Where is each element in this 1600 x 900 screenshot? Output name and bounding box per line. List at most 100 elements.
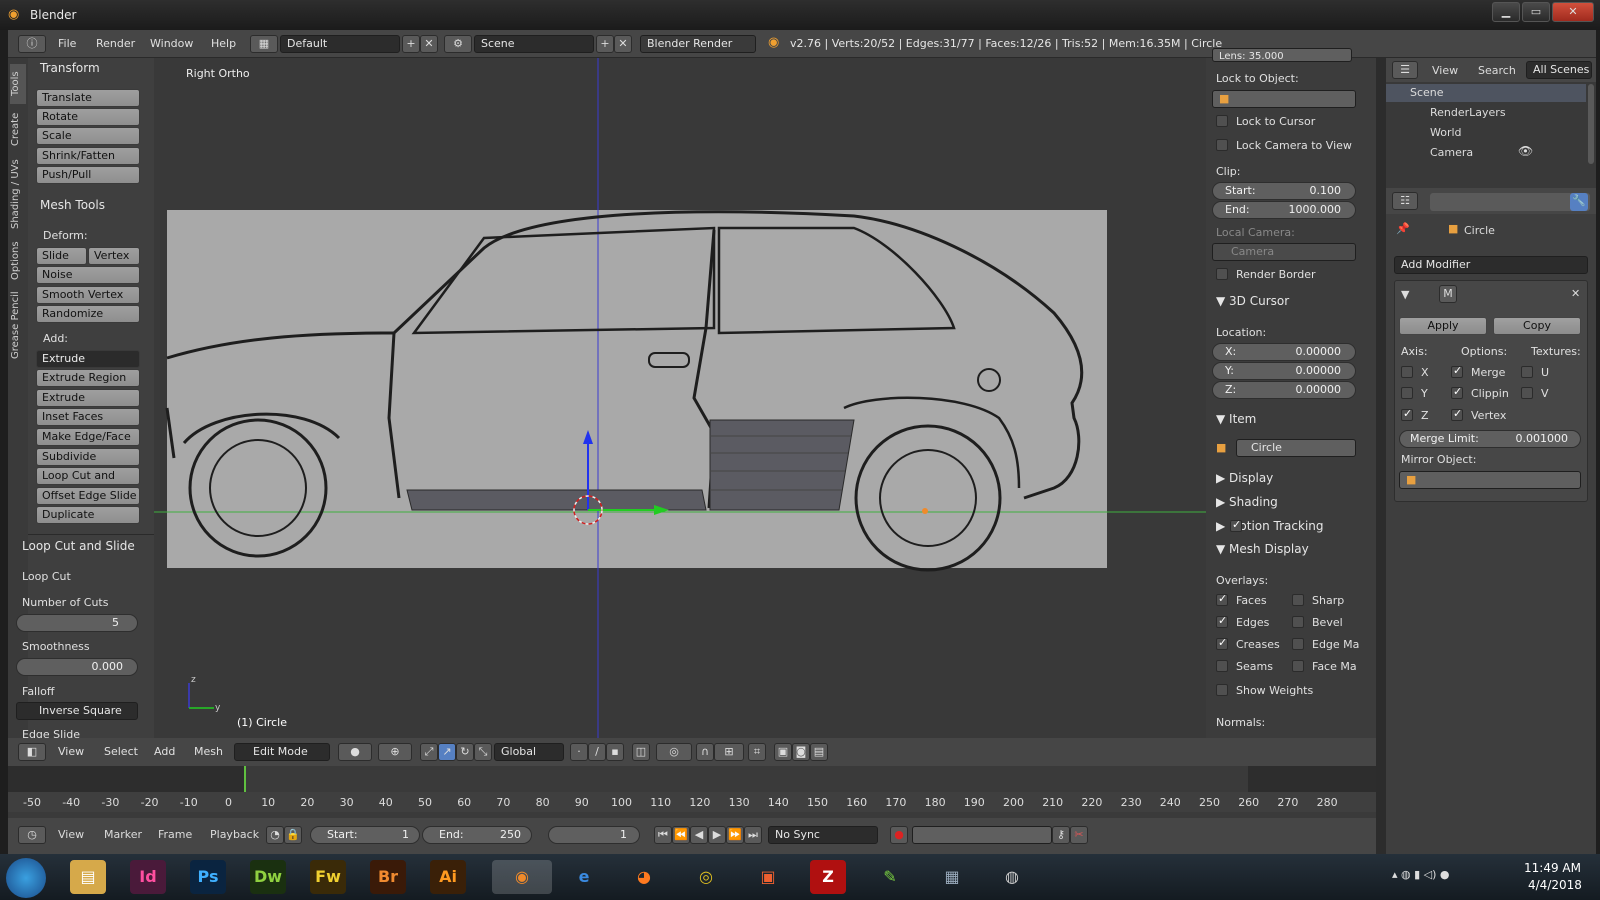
outliner-scrollbar[interactable] <box>1588 84 1594 164</box>
prev-keyframe-icon[interactable]: ⏪ <box>672 826 690 844</box>
context-tabs[interactable] <box>1430 193 1590 211</box>
extrude-region-button[interactable]: Extrude Region <box>36 369 140 387</box>
lock-object-field[interactable]: ■ <box>1212 90 1356 108</box>
end-frame-field[interactable]: End: 250 <box>422 826 532 844</box>
app-icon[interactable]: ▣ <box>750 860 786 894</box>
outliner-row-world[interactable]: World <box>1430 126 1462 139</box>
local-camera-field[interactable]: Camera <box>1212 243 1356 261</box>
vertex-slide-button[interactable]: Vertex <box>88 247 140 265</box>
scene-field[interactable]: Scene <box>474 35 594 53</box>
randomize-button[interactable]: Randomize <box>36 305 140 323</box>
extrude-select[interactable]: Extrude <box>36 350 140 368</box>
tab-shading-uvs[interactable]: Shading / UVs <box>10 154 26 234</box>
mode-select[interactable]: Edit Mode <box>234 743 330 761</box>
frame-menu[interactable]: Frame <box>158 828 192 841</box>
smooth-vertex-button[interactable]: Smooth Vertex <box>36 286 140 304</box>
display-header[interactable]: ▶ Display <box>1216 471 1273 485</box>
outliner-row-scene[interactable]: Scene <box>1386 84 1586 102</box>
filezilla-icon[interactable]: Z <box>810 860 846 894</box>
loop-cut-slide-button[interactable]: Loop Cut and Slide <box>36 467 140 498</box>
limit-selection-icon[interactable]: ◫ <box>632 743 650 761</box>
chrome-icon[interactable]: ◎ <box>688 860 724 894</box>
start-button[interactable] <box>6 858 46 898</box>
vertex-select-icon[interactable]: · <box>570 743 588 761</box>
menu-window[interactable]: Window <box>150 37 193 50</box>
add-scene-icon[interactable]: + <box>596 35 614 53</box>
item-name-field[interactable]: Circle <box>1236 439 1356 457</box>
record-icon[interactable]: ● <box>890 826 908 844</box>
cursor-z-field[interactable]: Z: 0.00000 <box>1212 381 1356 399</box>
lens-field[interactable]: Lens: 35.000 <box>1212 48 1352 62</box>
scale-manipulator-icon[interactable]: ⤡ <box>474 743 492 761</box>
file-explorer-icon[interactable]: ▤ <box>70 860 106 894</box>
add-menu[interactable]: Add <box>154 745 175 758</box>
all-scenes-select[interactable]: All Scenes <box>1526 61 1592 79</box>
bridge-icon[interactable]: Br <box>370 860 406 894</box>
modifier-name-field[interactable]: M <box>1439 285 1457 303</box>
cursor-y-field[interactable]: Y: 0.00000 <box>1212 362 1356 380</box>
apply-button[interactable]: Apply <box>1399 317 1487 335</box>
indesign-icon[interactable]: Id <box>130 860 166 894</box>
photoshop-icon[interactable]: Ps <box>190 860 226 894</box>
number-of-cuts-field[interactable]: 5 <box>16 614 138 632</box>
dreamweaver-icon[interactable]: Dw <box>250 860 286 894</box>
clock-date[interactable]: 4/4/2018 <box>1528 878 1582 892</box>
layout-field[interactable]: Default <box>280 35 400 53</box>
merge-checkbox[interactable] <box>1451 364 1463 378</box>
3d-viewport[interactable]: Right Ortho z y (1) Circle <box>154 58 1206 738</box>
translate-button[interactable]: Translate <box>36 89 140 107</box>
falloff-select[interactable]: Inverse Square <box>16 702 138 720</box>
seams-checkbox[interactable] <box>1216 660 1228 672</box>
axis-y-checkbox[interactable] <box>1401 387 1413 399</box>
inset-faces-button[interactable]: Inset Faces <box>36 408 140 426</box>
3d-cursor-header[interactable]: ▼ 3D Cursor <box>1216 294 1289 308</box>
tab-tools[interactable]: Tools <box>10 64 26 104</box>
merge-limit-field[interactable]: Merge Limit: 0.001000 <box>1399 430 1581 448</box>
render-preview-icon[interactable]: ▣ <box>774 743 792 761</box>
outliner-row-camera[interactable]: Camera <box>1430 146 1473 159</box>
snap-element-icon[interactable]: ⊞ <box>714 743 744 761</box>
copy-button[interactable]: Copy <box>1493 317 1581 335</box>
playback-menu[interactable]: Playback <box>210 828 259 841</box>
edges-checkbox[interactable] <box>1216 614 1228 628</box>
current-frame-field[interactable]: 1 <box>548 826 640 844</box>
clipping-checkbox[interactable] <box>1451 385 1463 399</box>
play-icon[interactable]: ▶ <box>708 826 726 844</box>
clip-start-field[interactable]: Start: 0.100 <box>1212 182 1356 200</box>
scale-button[interactable]: Scale <box>36 127 140 145</box>
lock-cursor-checkbox[interactable] <box>1216 115 1228 127</box>
faces-checkbox[interactable] <box>1216 592 1228 606</box>
opengl-render-icon[interactable]: ◙ <box>792 743 810 761</box>
sync-select[interactable]: No Sync <box>768 826 878 844</box>
noise-button[interactable]: Noise <box>36 266 140 284</box>
outliner-search-menu[interactable]: Search <box>1478 64 1516 77</box>
outliner-row-renderlayers[interactable]: RenderLayers <box>1430 106 1506 119</box>
mirror-object-field[interactable]: ■ <box>1399 471 1581 489</box>
delete-keyframe-icon[interactable]: ✂ <box>1070 826 1088 844</box>
timeline-view-menu[interactable]: View <box>58 828 84 841</box>
axis-x-checkbox[interactable] <box>1401 366 1413 378</box>
clip-end-field[interactable]: End: 1000.000 <box>1212 201 1356 219</box>
menu-render[interactable]: Render <box>96 37 135 50</box>
menu-help[interactable]: Help <box>211 37 236 50</box>
lock-icon[interactable]: 🔒 <box>284 826 302 844</box>
wrench-icon[interactable]: 🔧 <box>1570 193 1588 211</box>
creases-checkbox[interactable] <box>1216 636 1228 650</box>
preview-range-icon[interactable]: ◔ <box>266 826 284 844</box>
illustrator-icon[interactable]: Ai <box>430 860 466 894</box>
bevel-checkbox[interactable] <box>1292 616 1304 628</box>
translate-manipulator-icon[interactable]: ↗ <box>438 743 456 761</box>
start-frame-field[interactable]: Start: 1 <box>310 826 420 844</box>
outliner-editor-icon[interactable]: ☰ <box>1392 61 1418 79</box>
internet-explorer-icon[interactable]: e <box>566 860 602 894</box>
manipulator-icon[interactable]: ⤢ <box>420 743 438 761</box>
shading-mode-icon[interactable]: ● <box>338 743 372 761</box>
calculator-icon[interactable]: ▦ <box>934 860 970 894</box>
face-select-icon[interactable]: ▪ <box>606 743 624 761</box>
lock-camera-checkbox[interactable] <box>1216 139 1228 151</box>
mesh-tools-panel-header[interactable]: Mesh Tools <box>40 198 105 212</box>
select-menu[interactable]: Select <box>104 745 138 758</box>
snap-target-icon[interactable]: ⌗ <box>748 743 766 761</box>
outliner-view-menu[interactable]: View <box>1432 64 1458 77</box>
cursor-x-field[interactable]: X: 0.00000 <box>1212 343 1356 361</box>
